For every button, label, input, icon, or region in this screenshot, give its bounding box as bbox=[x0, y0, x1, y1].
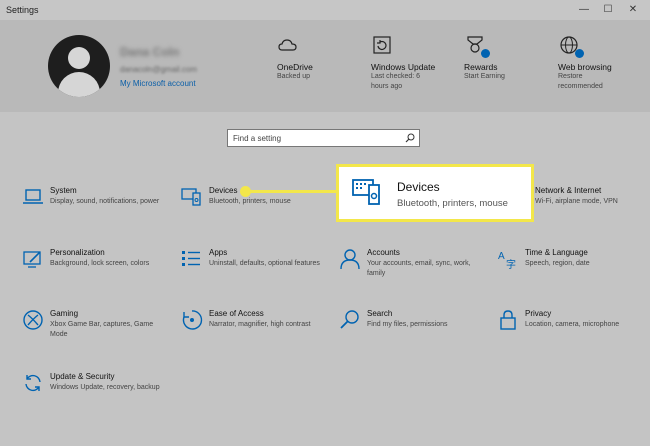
header-item-label: OneDrive bbox=[277, 62, 313, 72]
callout-title: Devices bbox=[397, 180, 440, 194]
header-onedrive[interactable]: OneDrive Backed up bbox=[277, 34, 339, 82]
tile-desc: Find my files, permissions bbox=[367, 321, 448, 328]
update-icon bbox=[22, 372, 44, 394]
header-web-browsing[interactable]: Web browsing Restore recommended bbox=[558, 34, 620, 92]
ease-of-access-icon bbox=[181, 309, 203, 331]
avatar[interactable] bbox=[48, 35, 110, 97]
account-email: danacoln@gmail.com bbox=[120, 65, 198, 74]
devices-callout: Devices Bluetooth, printers, mouse bbox=[336, 164, 534, 222]
tile-desc: Location, camera, microphone bbox=[525, 321, 620, 328]
tile-desc: Bluetooth, printers, mouse bbox=[209, 198, 291, 205]
window-title: Settings bbox=[6, 5, 39, 15]
header-item-label: Windows Update bbox=[371, 62, 436, 72]
tile-desc: Windows Update, recovery, backup bbox=[50, 384, 160, 391]
svg-text:字: 字 bbox=[506, 258, 516, 270]
account-header: Dana Coln danacoln@gmail.com My Microsof… bbox=[0, 20, 650, 112]
tile-name: Search bbox=[367, 309, 393, 318]
close-button[interactable]: ✕ bbox=[626, 3, 640, 17]
devices-icon bbox=[351, 176, 383, 208]
avatar-head-shape bbox=[68, 47, 90, 69]
header-item-sub: Restore recommended bbox=[558, 73, 603, 90]
tile-name: Accounts bbox=[367, 248, 400, 257]
tile-name: System bbox=[50, 186, 77, 195]
tile-desc: Background, lock screen, colors bbox=[50, 260, 150, 267]
header-item-label: Rewards bbox=[464, 62, 498, 72]
xbox-icon bbox=[22, 309, 44, 331]
cloud-icon bbox=[277, 34, 299, 56]
header-item-sub: Backed up bbox=[277, 73, 311, 80]
search-icon bbox=[339, 309, 361, 331]
tile-name: Network & Internet bbox=[535, 186, 602, 195]
search-icon bbox=[405, 133, 415, 145]
tile-name: Privacy bbox=[525, 309, 552, 318]
account-name: Dana Coln bbox=[120, 45, 180, 59]
time-language-icon: A字 bbox=[497, 248, 519, 271]
tile-desc: Uninstall, defaults, optional features bbox=[209, 260, 320, 267]
tile-desc: Wi-Fi, airplane mode, VPN bbox=[535, 198, 618, 205]
tile-desc: Speech, region, date bbox=[525, 260, 590, 267]
apps-icon bbox=[181, 248, 203, 270]
person-icon bbox=[339, 248, 361, 270]
title-bar: Settings — ☐ ✕ bbox=[0, 0, 650, 20]
badge-dot bbox=[575, 49, 584, 58]
tile-desc: Display, sound, notifications, power bbox=[50, 198, 160, 205]
tile-name: Time & Language bbox=[525, 248, 588, 257]
tile-desc: Narrator, magnifier, high contrast bbox=[209, 321, 311, 328]
search-input[interactable]: Find a setting bbox=[227, 129, 420, 147]
personalization-icon bbox=[22, 248, 44, 270]
maximize-button[interactable]: ☐ bbox=[601, 3, 615, 17]
tile-name: Gaming bbox=[50, 309, 79, 318]
devices-icon bbox=[181, 186, 203, 208]
callout-description: Bluetooth, printers, mouse bbox=[397, 198, 508, 209]
svg-text:A: A bbox=[498, 251, 505, 262]
rewards-icon bbox=[464, 34, 490, 58]
windows-update-icon bbox=[371, 34, 393, 56]
header-item-sub: Start Earning bbox=[464, 73, 505, 80]
tile-name: Ease of Access bbox=[209, 309, 264, 318]
callout-leader-line bbox=[250, 190, 337, 193]
badge-dot bbox=[481, 49, 490, 58]
tile-desc: Xbox Game Bar, captures, Game Mode bbox=[50, 321, 154, 338]
tile-desc: Your accounts, email, sync, work, family bbox=[367, 260, 471, 277]
avatar-body-shape bbox=[58, 72, 100, 97]
header-item-sub: Last checked: 6 hours ago bbox=[371, 73, 421, 90]
minimize-button[interactable]: — bbox=[577, 3, 591, 17]
lock-icon bbox=[497, 309, 519, 331]
microsoft-account-link[interactable]: My Microsoft account bbox=[120, 79, 196, 88]
globe-icon bbox=[558, 34, 584, 58]
search-placeholder: Find a setting bbox=[233, 134, 282, 143]
header-item-label: Web browsing bbox=[558, 62, 612, 72]
tile-name: Update & Security bbox=[50, 372, 115, 381]
header-windows-update[interactable]: Windows Update Last checked: 6 hours ago bbox=[371, 34, 435, 92]
laptop-icon bbox=[22, 186, 44, 208]
tile-name: Apps bbox=[209, 248, 228, 257]
header-rewards[interactable]: Rewards Start Earning bbox=[464, 34, 526, 82]
tile-name: Personalization bbox=[50, 248, 105, 257]
tile-name: Devices bbox=[209, 186, 238, 195]
